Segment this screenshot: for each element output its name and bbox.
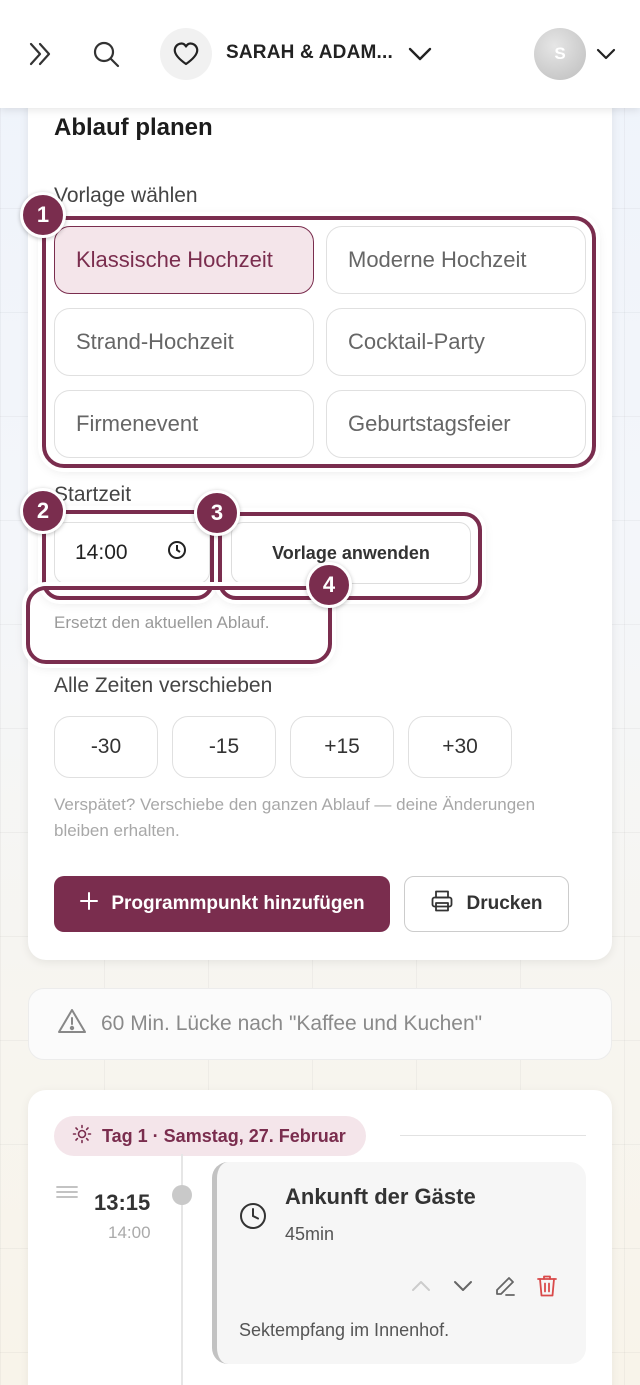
template-grid: Klassische Hochzeit Moderne Hochzeit Str…	[54, 226, 586, 458]
template-option-moderne-hochzeit[interactable]: Moderne Hochzeit	[326, 226, 586, 294]
expand-sidebar-icon[interactable]	[20, 34, 60, 74]
plus-icon	[79, 891, 99, 917]
item-title: Ankunft der Gäste	[285, 1184, 476, 1209]
start-time-value: 14:00	[75, 541, 128, 564]
template-label: Vorlage wählen	[54, 184, 198, 207]
chevron-down-icon[interactable]	[590, 36, 622, 72]
program-item-card[interactable]: Ankunft der Gäste 45min Sektempfang im I…	[212, 1162, 586, 1364]
template-option-klassische-hochzeit[interactable]: Klassische Hochzeit	[54, 226, 314, 294]
planner-card: Ablauf planen Vorlage wählen Klassische …	[28, 80, 612, 960]
start-time-label: Startzeit	[54, 483, 132, 506]
item-end-time: 14:00	[108, 1223, 151, 1242]
chevron-down-icon[interactable]	[402, 36, 438, 72]
delete-icon[interactable]	[531, 1270, 563, 1302]
drag-handle-icon[interactable]	[56, 1185, 78, 1204]
item-start-time: 13:15	[94, 1190, 151, 1215]
warning-text: 60 Min. Lücke nach "Kaffee und Kuchen"	[101, 1012, 483, 1035]
apply-hint: Ersetzt den aktuellen Ablauf.	[54, 613, 270, 632]
add-program-item-button[interactable]: Programmpunkt hinzufügen	[54, 876, 390, 932]
avatar[interactable]: S	[534, 28, 586, 80]
top-bar: SARAH & ADAM... S	[0, 0, 640, 108]
callout-badge-2: 2	[20, 488, 66, 534]
gap-warning: 60 Min. Lücke nach "Kaffee und Kuchen"	[28, 988, 612, 1060]
shift-plus-15-button[interactable]: +15	[290, 716, 394, 778]
warning-icon	[57, 1007, 87, 1041]
search-icon[interactable]	[86, 34, 126, 74]
item-note: Sektempfang im Innenhof.	[239, 1320, 450, 1340]
heart-icon[interactable]	[160, 28, 212, 80]
timeline-dot	[172, 1185, 192, 1205]
template-option-cocktail-party[interactable]: Cocktail-Party	[326, 308, 586, 376]
template-option-firmenevent[interactable]: Firmenevent	[54, 390, 314, 458]
callout-badge-3: 3	[194, 490, 240, 536]
callout-badge-1: 1	[20, 192, 66, 238]
item-duration: 45min	[285, 1224, 335, 1244]
start-time-input[interactable]: 14:00	[54, 522, 210, 584]
sun-icon	[72, 1124, 92, 1149]
item-actions	[405, 1270, 563, 1302]
page-title: Ablauf planen	[54, 114, 213, 141]
edit-icon[interactable]	[489, 1270, 521, 1302]
day-divider	[400, 1135, 586, 1136]
day-badge[interactable]: Tag 1 · Samstag, 27. Februar	[54, 1116, 366, 1156]
move-up-icon[interactable]	[405, 1270, 437, 1302]
clock-icon[interactable]	[167, 540, 187, 566]
shift-minus-30-button[interactable]: -30	[54, 716, 158, 778]
day-label: Tag 1 · Samstag, 27. Februar	[102, 1125, 346, 1146]
shift-note: Verspätet? Verschiebe den ganzen Ablauf …	[54, 795, 536, 840]
apply-template-button[interactable]: Vorlage anwenden	[231, 522, 471, 584]
template-option-geburtstagsfeier[interactable]: Geburtstagsfeier	[326, 390, 586, 458]
day-card: Tag 1 · Samstag, 27. Februar 13:15 14:00…	[28, 1090, 612, 1385]
event-name[interactable]: SARAH & ADAM...	[226, 42, 393, 64]
shift-minus-15-button[interactable]: -15	[172, 716, 276, 778]
callout-badge-4: 4	[306, 562, 352, 608]
add-program-item-label: Programmpunkt hinzufügen	[111, 893, 365, 914]
printer-icon	[430, 889, 454, 919]
shift-plus-30-button[interactable]: +30	[408, 716, 512, 778]
move-down-icon[interactable]	[447, 1270, 479, 1302]
shift-buttons: -30 -15 +15 +30	[54, 716, 512, 778]
template-option-strand-hochzeit[interactable]: Strand-Hochzeit	[54, 308, 314, 376]
shift-times-label: Alle Zeiten verschieben	[54, 674, 273, 697]
print-label: Drucken	[466, 893, 543, 914]
print-button[interactable]: Drucken	[404, 876, 569, 932]
clock-icon	[239, 1202, 267, 1235]
